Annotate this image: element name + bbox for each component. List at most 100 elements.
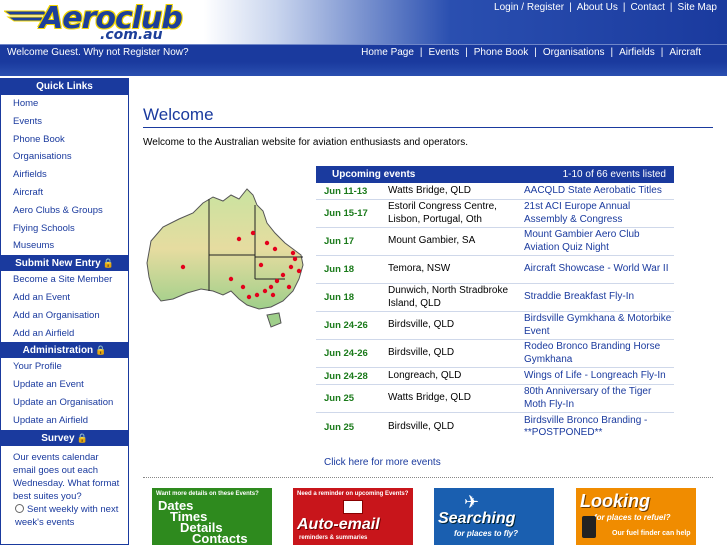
searching-banner[interactable]: ✈ Searching for places to fly?	[434, 488, 554, 545]
event-date: Jun 24-26	[324, 348, 368, 359]
banner-heading: Auto-email	[297, 516, 380, 533]
nav-airfields[interactable]: Airfields	[619, 47, 655, 58]
event-link[interactable]: Aircraft Showcase - World War II	[520, 263, 674, 276]
event-link[interactable]: Rodeo Bronco Branding Horse Gymkhana	[520, 341, 674, 366]
table-row: Jun 25 Watts Bridge, QLD 80th Anniversar…	[316, 385, 674, 413]
sidebar-item-add-event[interactable]: Add an Event	[1, 289, 128, 307]
event-link[interactable]: AACQLD State Aerobatic Titles	[520, 185, 674, 198]
sidebar-item-become-member[interactable]: Become a Site Member	[1, 271, 128, 289]
nav-organisations[interactable]: Organisations	[543, 47, 605, 58]
sidebar: Quick Links Home Events Phone Book Organ…	[0, 78, 129, 545]
table-row: Jun 15-17 Estoril Congress Centre, Lisbo…	[316, 200, 674, 228]
login-register-link[interactable]: Login / Register	[494, 2, 564, 13]
banner-subheading: for places to fly?	[454, 529, 519, 538]
sidebar-item-your-profile[interactable]: Your Profile	[1, 358, 128, 376]
nav-sub-bar	[0, 62, 727, 76]
contact-link[interactable]: Contact	[630, 2, 664, 13]
survey-option[interactable]: Sent weekly with next week's events	[1, 503, 128, 529]
sidebar-item-home[interactable]: Home	[1, 95, 128, 113]
sidebar-link[interactable]: Update an Airfield	[13, 415, 88, 426]
events-header: Upcoming events 1-10 of 66 events listed	[316, 166, 674, 183]
event-date: Jun 24-28	[324, 370, 368, 382]
sidebar-item-phone-book[interactable]: Phone Book	[1, 131, 128, 149]
sidebar-link[interactable]: Flying Schools	[13, 223, 75, 234]
sidebar-link[interactable]: Add an Organisation	[13, 310, 100, 321]
sidebar-link[interactable]: Aero Clubs & Groups	[13, 205, 103, 216]
event-date: Jun 18	[324, 292, 355, 303]
sidebar-item-update-organisation[interactable]: Update an Organisation	[1, 394, 128, 412]
more-events-link[interactable]: Click here for more events	[324, 457, 441, 468]
administration-title: Administration	[22, 345, 94, 357]
event-link[interactable]: Straddie Breakfast Fly-In	[520, 291, 674, 304]
sidebar-link[interactable]: Events	[13, 116, 42, 127]
event-link[interactable]: Wings of Life - Longreach Fly-In	[520, 370, 674, 383]
main-nav: Home Page | Events | Phone Book | Organisation…	[361, 47, 701, 58]
sidebar-item-museums[interactable]: Museums	[1, 237, 128, 255]
sidebar-link[interactable]: Become a Site Member	[13, 274, 112, 285]
event-link[interactable]: 80th Anniversary of the Tiger Moth Fly-I…	[520, 386, 674, 411]
sidebar-link[interactable]: Organisations	[13, 151, 72, 162]
fuel-pump-icon	[582, 516, 596, 538]
event-location: Watts Bridge, QLD	[388, 184, 471, 196]
site-map-link[interactable]: Site Map	[678, 2, 717, 13]
sidebar-item-organisations[interactable]: Organisations	[1, 148, 128, 166]
sidebar-link[interactable]: Museums	[13, 240, 54, 251]
event-date: Jun 25	[324, 393, 355, 404]
nav-phone-book[interactable]: Phone Book	[474, 47, 529, 58]
event-location: Estoril Congress Centre, Lisbon, Portuga…	[388, 201, 497, 225]
sidebar-link[interactable]: Update an Event	[13, 379, 84, 390]
sidebar-item-add-airfield[interactable]: Add an Airfield	[1, 325, 128, 343]
event-link[interactable]: Birdsville Bronco Branding - **POSTPONED…	[520, 415, 674, 440]
table-row: Jun 18 Dunwich, North Stradbroke Island,…	[316, 284, 674, 312]
event-location: Dunwich, North Stradbroke Island, QLD	[388, 285, 509, 309]
sidebar-link[interactable]: Add an Event	[13, 292, 70, 303]
banner-caption: Need a reminder on upcoming Events?	[297, 491, 409, 497]
banner-caption: Our fuel finder can help	[612, 530, 691, 537]
welcome-guest-text: Welcome Guest. Why not Register Now?	[7, 47, 189, 58]
sidebar-link[interactable]: Add an Airfield	[13, 328, 74, 339]
table-row: Jun 18 Temora, NSW Aircraft Showcase - W…	[316, 256, 674, 284]
survey-question: Our events calendar email goes out each …	[13, 451, 120, 502]
sidebar-link[interactable]: Aircraft	[13, 187, 43, 198]
section-divider	[143, 477, 713, 478]
australia-events-map[interactable]	[143, 183, 313, 333]
about-us-link[interactable]: About Us	[577, 2, 618, 13]
nav-aircraft[interactable]: Aircraft	[669, 47, 701, 58]
nav-home-page[interactable]: Home Page	[361, 47, 414, 58]
sidebar-link[interactable]: Update an Organisation	[13, 397, 113, 408]
sidebar-item-update-airfield[interactable]: Update an Airfield	[1, 412, 128, 430]
submit-entry-heading: Submit New Entry 🔒	[1, 255, 128, 272]
event-link[interactable]: 21st ACI Europe Annual Assembly & Congre…	[520, 201, 674, 226]
aeroclub-logo[interactable]: Aeroclub .com.au	[4, 1, 183, 43]
sidebar-item-events[interactable]: Events	[1, 113, 128, 131]
event-link[interactable]: Birdsville Gymkhana & Motorbike Event	[520, 313, 674, 338]
event-date: Jun 25	[324, 421, 355, 433]
event-link[interactable]: Mount Gambier Aero Club Aviation Quiz Ni…	[520, 229, 674, 254]
sidebar-item-aircraft[interactable]: Aircraft	[1, 184, 128, 202]
event-date: Jun 17	[324, 236, 355, 247]
event-location: Birdsville, QLD	[388, 319, 455, 331]
quick-links-heading: Quick Links	[1, 79, 128, 95]
sidebar-link[interactable]: Your Profile	[13, 361, 62, 372]
table-row: Jun 24-28 Longreach, QLD Wings of Life -…	[316, 368, 674, 385]
fuel-finder-banner[interactable]: Looking for places to refuel? Our fuel f…	[576, 488, 696, 545]
event-location: Mount Gambier, SA	[388, 235, 476, 247]
sidebar-link[interactable]: Home	[13, 98, 38, 109]
sidebar-item-aero-clubs[interactable]: Aero Clubs & Groups	[1, 202, 128, 220]
sidebar-item-update-event[interactable]: Update an Event	[1, 376, 128, 394]
sidebar-item-add-organisation[interactable]: Add an Organisation	[1, 307, 128, 325]
sidebar-item-airfields[interactable]: Airfields	[1, 166, 128, 184]
banner-caption: Want more details on these Events?	[156, 491, 259, 497]
top-links: Login / Register | About Us | Contact | Site M…	[494, 2, 717, 13]
nav-events[interactable]: Events	[429, 47, 460, 58]
upcoming-events-panel: Upcoming events 1-10 of 66 events listed…	[316, 166, 674, 441]
event-details-banner[interactable]: Want more details on these Events? Dates…	[152, 488, 272, 545]
auto-email-banner[interactable]: Need a reminder on upcoming Events? Auto…	[293, 488, 413, 545]
radio-button[interactable]	[15, 503, 24, 513]
sidebar-link[interactable]: Phone Book	[13, 134, 65, 145]
event-location: Birdsville, QLD	[388, 347, 455, 359]
sidebar-link[interactable]: Airfields	[13, 169, 47, 180]
sidebar-item-flying-schools[interactable]: Flying Schools	[1, 220, 128, 238]
lock-icon: 🔒	[102, 258, 114, 269]
events-title: Upcoming events	[332, 169, 416, 180]
